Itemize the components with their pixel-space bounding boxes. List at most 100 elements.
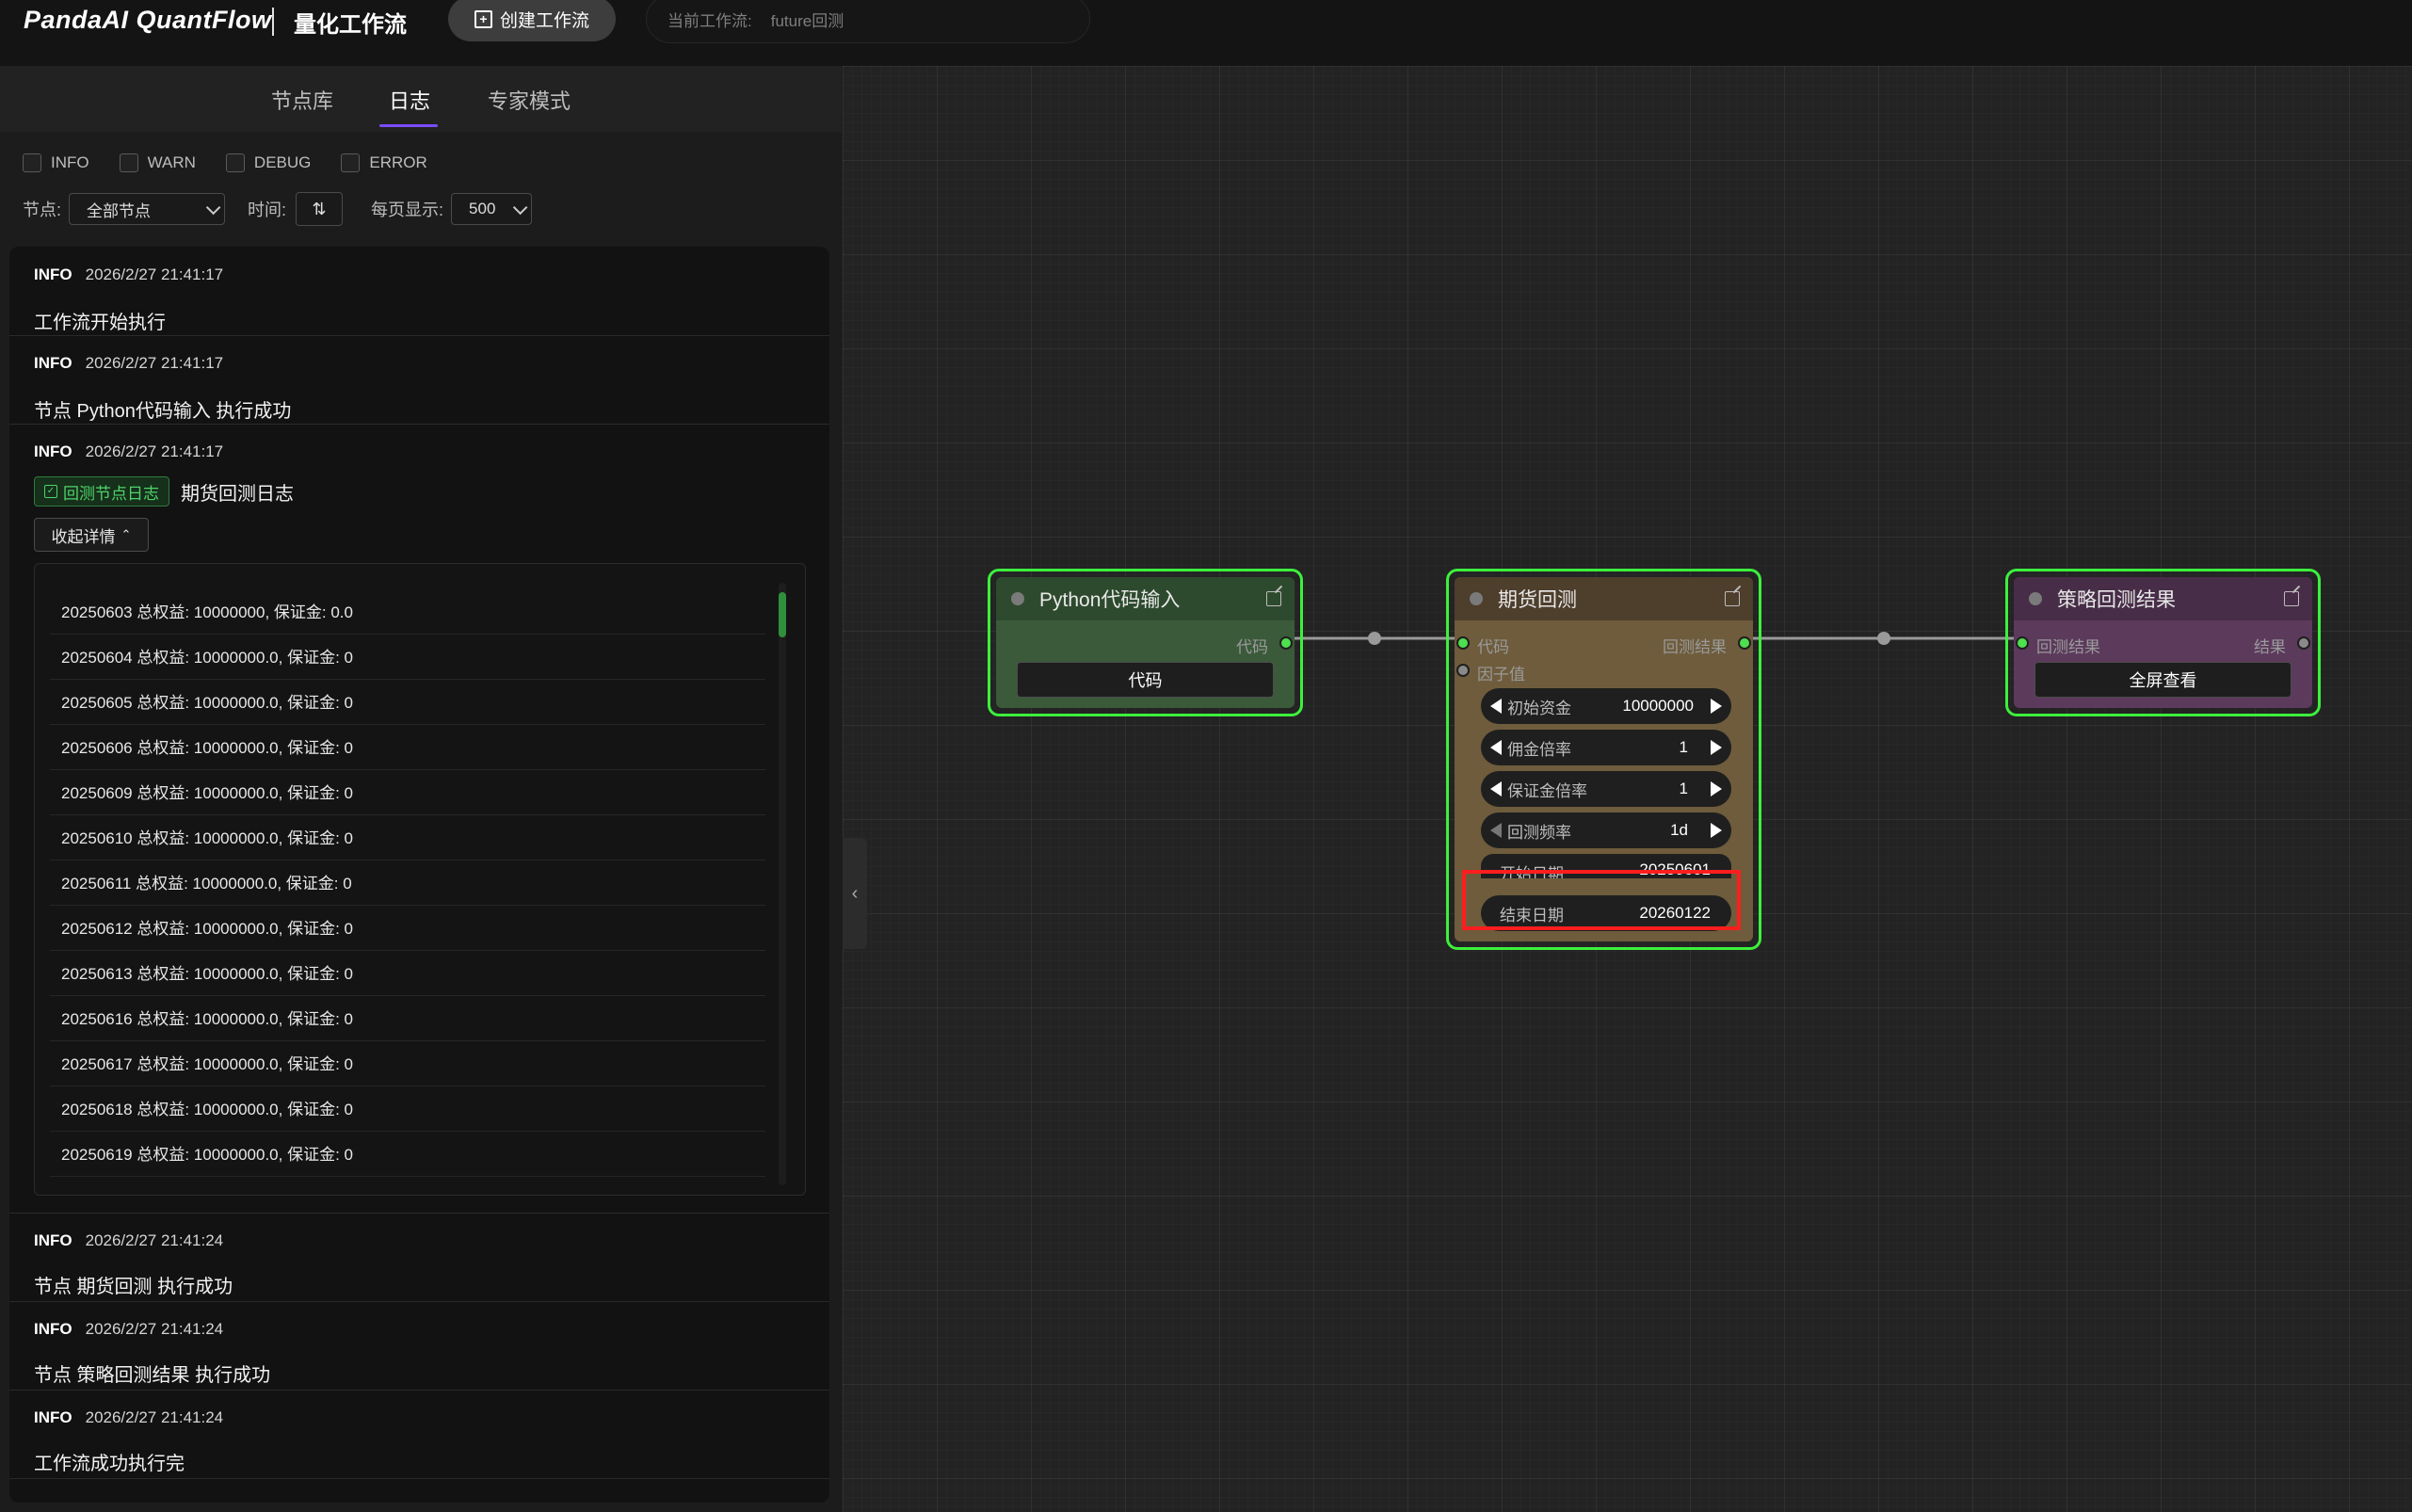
increment-arrow-icon[interactable] [1711, 699, 1722, 714]
output-label: 代码 [1236, 638, 1268, 656]
python-code-input-node[interactable]: Python代码输入 代码 代码 [988, 569, 1303, 716]
input-port[interactable] [2016, 636, 2029, 650]
current-workflow-field[interactable]: 当前工作流: future回测 [646, 0, 1090, 43]
backtest-frequency-widget[interactable]: 回测频率 1d [1481, 812, 1731, 848]
increment-arrow-icon[interactable] [1711, 823, 1722, 838]
log-panel: 节点库 日志 专家模式 INFO WARN DEBUG ERROR 节点: 全部… [0, 66, 842, 1512]
current-workflow-value: future回测 [770, 11, 844, 30]
widget-label: 佣金倍率 [1507, 740, 1571, 759]
tag-label: 回测节点日志 [63, 484, 159, 503]
chevron-left-icon: ‹ [851, 882, 859, 904]
input-label: 回测结果 [2036, 638, 2100, 656]
log-message: 节点 策略回测结果 执行成功 [34, 1365, 271, 1386]
decrement-arrow-icon[interactable] [1490, 699, 1502, 714]
current-workflow-label: 当前工作流: [667, 11, 752, 30]
input-port-code[interactable] [1456, 636, 1470, 650]
decrement-arrow-icon[interactable] [1490, 823, 1502, 838]
log-level: INFO [34, 1231, 72, 1249]
node-status-dot [2029, 592, 2042, 605]
input-label-factor: 因子值 [1477, 666, 1525, 684]
tab-expert-mode[interactable]: 专家模式 [488, 85, 571, 115]
output-port[interactable] [1738, 636, 1751, 650]
scrollbar-track[interactable] [779, 583, 786, 1185]
widget-label: 回测频率 [1507, 823, 1571, 842]
create-workflow-button[interactable]: + 创建工作流 [448, 0, 616, 41]
node-status-dot [1470, 592, 1483, 605]
output-label: 回测结果 [1663, 638, 1727, 656]
collapse-label: 收起详情 [51, 527, 116, 546]
node-filter-select[interactable]: 全部节点 [69, 193, 226, 225]
collapse-details-button[interactable]: 收起详情 ⌃ [34, 518, 149, 552]
detail-row: 20250603 总权益: 10000000, 保证金: 0.0 [50, 590, 765, 635]
time-label: 时间: [248, 201, 287, 219]
detail-row: 20250606 总权益: 10000000.0, 保证金: 0 [50, 726, 765, 770]
edit-icon[interactable] [2284, 591, 2299, 606]
output-port[interactable] [2297, 636, 2310, 650]
detail-row: 20250609 总权益: 10000000.0, 保证金: 0 [50, 771, 765, 815]
checkbox[interactable] [341, 153, 361, 172]
checkbox[interactable] [119, 153, 138, 172]
log-time: 2026/2/27 21:41:24 [85, 1408, 224, 1426]
widget-value: 1 [1679, 780, 1688, 797]
node-title: 期货回测 [1498, 589, 1577, 611]
filter-debug[interactable]: DEBUG [225, 153, 311, 172]
input-port-factor[interactable] [1456, 664, 1470, 677]
code-button[interactable]: 代码 [1017, 662, 1274, 698]
widget-label: 初始资金 [1507, 699, 1571, 717]
edit-icon[interactable] [1266, 591, 1281, 606]
backtest-detail-list[interactable]: 20250603 总权益: 10000000, 保证金: 0.0 20250604… [34, 563, 806, 1196]
decrement-arrow-icon[interactable] [1490, 781, 1502, 796]
output-port[interactable] [1279, 636, 1293, 650]
initial-capital-widget[interactable]: 初始资金 10000000 [1481, 688, 1731, 724]
page-size-value: 500 [469, 200, 496, 217]
filter-info[interactable]: INFO [23, 153, 89, 172]
fullscreen-view-button[interactable]: 全屏查看 [2034, 662, 2291, 698]
detail-row: 20250613 总权益: 10000000.0, 保证金: 0 [50, 952, 765, 996]
increment-arrow-icon[interactable] [1711, 781, 1722, 796]
log-level: INFO [34, 1408, 72, 1426]
edit-icon[interactable] [1725, 591, 1740, 606]
tab-node-library[interactable]: 节点库 [271, 85, 333, 115]
checkbox[interactable] [225, 153, 245, 172]
log-time: 2026/2/27 21:41:24 [85, 1231, 224, 1249]
app-logo: PandaAI QuantFlow [24, 6, 272, 34]
log-message: 工作流成功执行完 [34, 1454, 185, 1474]
sort-time-button[interactable]: ⇅ [296, 192, 344, 226]
node-filter-value: 全部节点 [87, 201, 152, 220]
detail-row: 20250611 总权益: 10000000.0, 保证金: 0 [50, 861, 765, 906]
widget-value: 10000000 [1622, 697, 1694, 715]
tab-logs[interactable]: 日志 [389, 85, 430, 115]
commission-rate-widget[interactable]: 佣金倍率 1 [1481, 730, 1731, 765]
level-filters: INFO WARN DEBUG ERROR [23, 149, 458, 177]
log-time: 2026/2/27 21:41:17 [85, 442, 224, 460]
log-level: INFO [34, 265, 72, 283]
filter-warn[interactable]: WARN [119, 153, 196, 172]
collapse-panel-handle[interactable]: ‹ [843, 838, 867, 949]
panel-tabs: 节点库 日志 专家模式 [0, 66, 842, 132]
check-square-icon: ✓ [44, 485, 57, 498]
log-entry: INFO 2026/2/27 21:41:24 节点 期货回测 执行成功 [9, 1213, 829, 1302]
filter-error[interactable]: ERROR [341, 153, 427, 172]
strategy-result-node[interactable]: 策略回测结果 回测结果 结果 全屏查看 [2005, 569, 2321, 716]
log-entry: INFO 2026/2/27 21:41:24 节点 策略回测结果 执行成功 [9, 1301, 829, 1391]
decrement-arrow-icon[interactable] [1490, 740, 1502, 755]
increment-arrow-icon[interactable] [1711, 740, 1722, 755]
margin-rate-widget[interactable]: 保证金倍率 1 [1481, 771, 1731, 807]
logo-divider [272, 8, 274, 36]
chevron-down-icon [205, 200, 221, 215]
highlight-box [1462, 870, 1741, 930]
plus-square-icon: + [474, 9, 492, 28]
chevron-down-icon [512, 200, 528, 215]
log-entry: INFO 2026/2/27 21:41:24 工作流成功执行完 [9, 1390, 829, 1479]
app-title: 量化工作流 [294, 12, 407, 38]
log-level: INFO [34, 354, 72, 372]
page-size-select[interactable]: 500 [451, 193, 533, 225]
scrollbar-thumb[interactable] [779, 592, 786, 637]
node-title: Python代码输入 [1039, 589, 1181, 611]
detail-row: 20250605 总权益: 10000000.0, 保证金: 0 [50, 681, 765, 725]
detail-row: 20250616 总权益: 10000000.0, 保证金: 0 [50, 997, 765, 1041]
log-time: 2026/2/27 21:41:17 [85, 265, 224, 283]
node-title: 策略回测结果 [2057, 589, 2176, 611]
checkbox[interactable] [23, 153, 41, 172]
log-controls: 节点: 全部节点 时间: ⇅ 每页显示: 500 [23, 192, 533, 226]
